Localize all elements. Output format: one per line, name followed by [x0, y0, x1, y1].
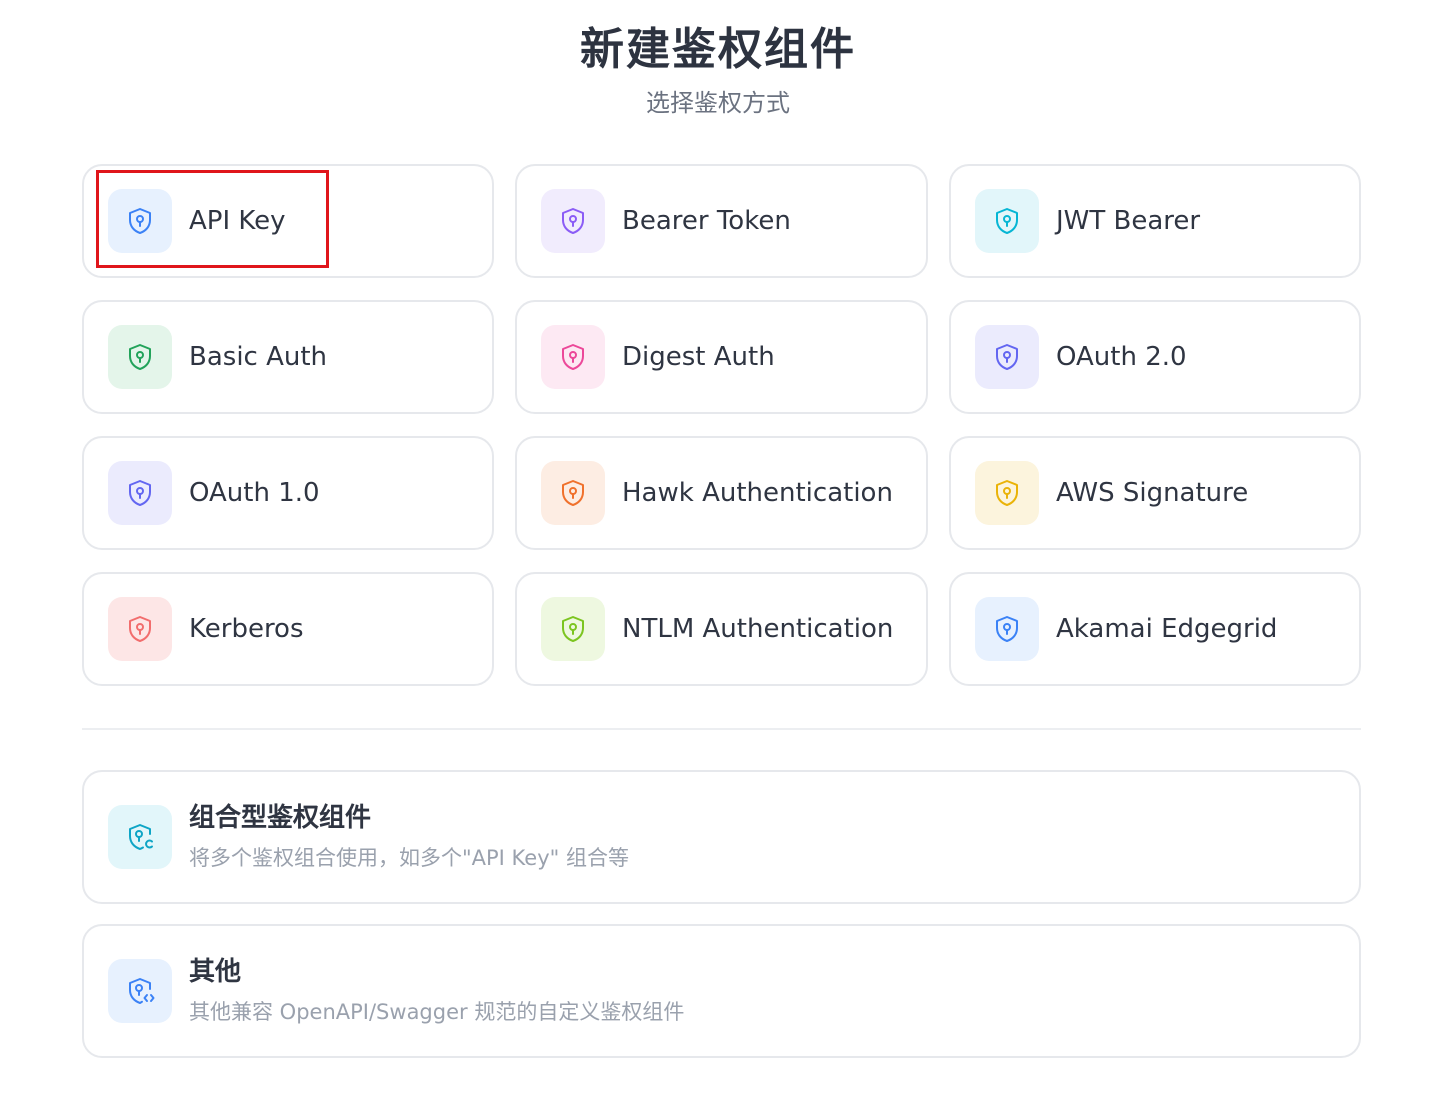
shield-icon	[541, 325, 605, 389]
auth-card-label: OAuth 1.0	[189, 478, 320, 508]
auth-card-ntlm[interactable]: NTLM Authentication	[515, 572, 928, 686]
shield-icon	[541, 597, 605, 661]
auth-card-digest-auth[interactable]: Digest Auth	[515, 300, 928, 414]
auth-card-label: Bearer Token	[622, 206, 791, 236]
other-auth-card[interactable]: 其他 其他兼容 OpenAPI/Swagger 规范的自定义鉴权组件	[82, 924, 1361, 1058]
auth-card-oauth1[interactable]: OAuth 1.0	[82, 436, 494, 550]
auth-card-bearer-token[interactable]: Bearer Token	[515, 164, 928, 278]
auth-card-label: NTLM Authentication	[622, 614, 894, 644]
shield-icon	[108, 325, 172, 389]
combined-auth-title: 组合型鉴权组件	[189, 803, 372, 833]
auth-card-label: JWT Bearer	[1056, 206, 1201, 236]
auth-card-label: AWS Signature	[1056, 478, 1249, 508]
combined-auth-card[interactable]: 组合型鉴权组件 将多个鉴权组合使用，如多个"API Key" 组合等	[82, 770, 1361, 904]
page-title: 新建鉴权组件	[580, 24, 856, 75]
shield-icon	[108, 189, 172, 253]
shield-icon	[108, 461, 172, 525]
auth-card-api-key[interactable]: API Key	[82, 164, 494, 278]
auth-card-label: Kerberos	[189, 614, 304, 644]
shield-icon	[541, 461, 605, 525]
section-divider	[82, 728, 1361, 730]
page-subtitle: 选择鉴权方式	[646, 89, 790, 117]
auth-card-oauth2[interactable]: OAuth 2.0	[949, 300, 1361, 414]
auth-type-grid: API Key Bearer Token JWT Bearer Basic Au…	[82, 164, 1361, 686]
shield-code-icon	[108, 959, 172, 1023]
auth-card-label: Akamai Edgegrid	[1056, 614, 1278, 644]
shield-icon	[975, 597, 1039, 661]
auth-card-aws-signature[interactable]: AWS Signature	[949, 436, 1361, 550]
auth-card-akamai-edgegrid[interactable]: Akamai Edgegrid	[949, 572, 1361, 686]
auth-card-basic-auth[interactable]: Basic Auth	[82, 300, 494, 414]
auth-card-label: API Key	[189, 206, 286, 236]
shield-combined-icon	[108, 805, 172, 869]
shield-icon	[975, 461, 1039, 525]
shield-icon	[108, 597, 172, 661]
auth-card-kerberos[interactable]: Kerberos	[82, 572, 494, 686]
shield-icon	[975, 189, 1039, 253]
auth-card-label: Digest Auth	[622, 342, 775, 372]
auth-card-label: OAuth 2.0	[1056, 342, 1187, 372]
other-auth-title: 其他	[189, 957, 242, 987]
combined-auth-description: 将多个鉴权组合使用，如多个"API Key" 组合等	[189, 846, 629, 870]
auth-card-hawk[interactable]: Hawk Authentication	[515, 436, 928, 550]
shield-icon	[975, 325, 1039, 389]
auth-card-label: Basic Auth	[189, 342, 328, 372]
shield-icon	[541, 189, 605, 253]
other-auth-description: 其他兼容 OpenAPI/Swagger 规范的自定义鉴权组件	[189, 1000, 685, 1024]
auth-card-jwt-bearer[interactable]: JWT Bearer	[949, 164, 1361, 278]
auth-card-label: Hawk Authentication	[622, 478, 893, 508]
